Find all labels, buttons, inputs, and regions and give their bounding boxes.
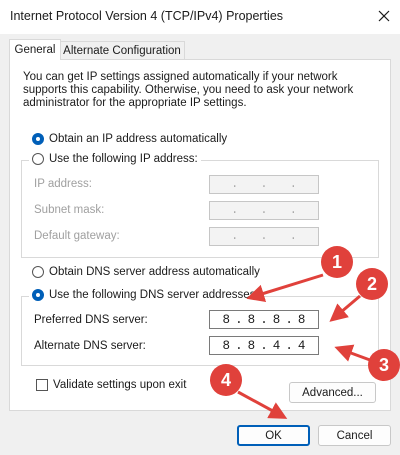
annotation-marker-1: 1 (321, 246, 353, 278)
annotation-marker-3: 3 (368, 349, 400, 381)
arrow-1 (246, 273, 324, 303)
annotation-marker-4: 4 (210, 364, 242, 396)
arrow-3 (334, 344, 371, 362)
annotation-arrows (237, 273, 371, 419)
tab-general[interactable]: General (9, 39, 61, 60)
arrow-4 (237, 390, 288, 419)
arrow-2 (329, 294, 361, 322)
annotation-marker-2: 2 (356, 268, 388, 300)
